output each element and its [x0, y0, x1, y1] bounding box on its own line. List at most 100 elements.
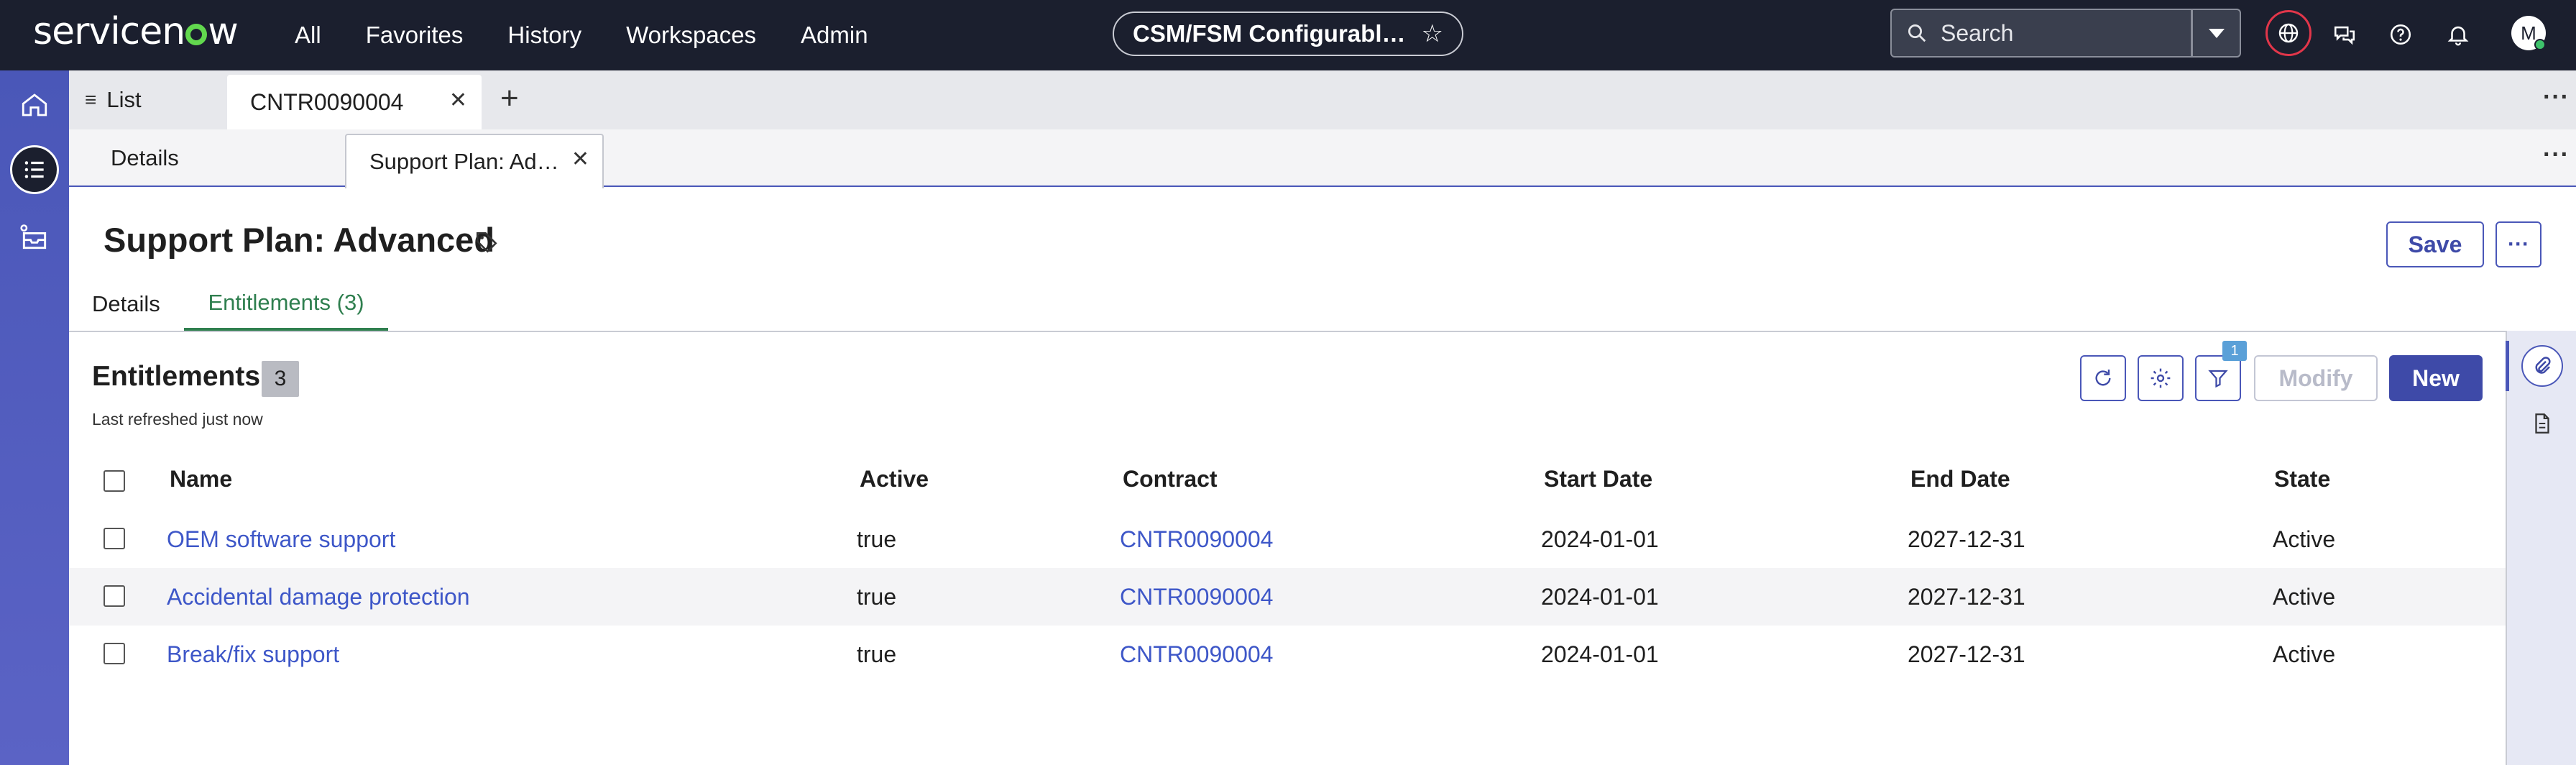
table-row [69, 626, 2506, 683]
contract-link[interactable]: CNTR0090004 [1120, 641, 1273, 668]
bell-icon [2447, 26, 2469, 46]
cell-start-date: 2024-01-01 [1541, 584, 1659, 610]
form-tab-details[interactable]: Details [92, 278, 160, 331]
column-header-contract[interactable]: Contract [1123, 466, 1218, 493]
rail-list[interactable] [10, 145, 59, 194]
save-button[interactable]: Save [2386, 221, 2484, 267]
subtab-details[interactable]: Details [111, 129, 179, 187]
sidebar-active-indicator [2506, 341, 2509, 391]
entitlement-name-link[interactable]: OEM software support [167, 526, 395, 553]
cell-end-date: 2027-12-31 [1908, 584, 2025, 610]
help-icon [2390, 24, 2411, 45]
app-scope-label: CSM/FSM Configurabl… [1133, 20, 1406, 47]
globe-icon [2278, 23, 2299, 43]
presence-indicator [2534, 39, 2546, 50]
column-header-start-date[interactable]: Start Date [1544, 466, 1652, 493]
nav-history[interactable]: History [507, 22, 581, 49]
rail-home[interactable] [10, 81, 59, 129]
globe-button[interactable] [2266, 10, 2312, 56]
gear-icon [2150, 368, 2171, 388]
help-button[interactable] [2385, 19, 2416, 50]
count-badge: 3 [262, 361, 299, 397]
chat-button[interactable] [2329, 19, 2360, 50]
modify-button[interactable]: Modify [2254, 355, 2378, 401]
document-icon [2535, 413, 2549, 434]
cell-start-date: 2024-01-01 [1541, 526, 1659, 552]
column-header-active[interactable]: Active [860, 466, 929, 493]
refresh-icon [2095, 370, 2111, 386]
tab-list-label: List [106, 87, 142, 112]
new-button[interactable]: New [2389, 355, 2483, 401]
entitlement-name-link[interactable]: Accidental damage protection [167, 584, 470, 610]
cell-active: true [857, 584, 897, 610]
chevron-down-icon [2208, 28, 2225, 38]
tab-record-cntr[interactable]: CNTR0090004 ✕ [227, 75, 482, 129]
inbox-icon [20, 224, 47, 249]
close-icon[interactable]: ✕ [571, 147, 589, 172]
row-checkbox[interactable] [104, 528, 125, 549]
nav-admin[interactable]: Admin [801, 22, 868, 49]
tag-icon[interactable] [474, 230, 499, 258]
cell-end-date: 2027-12-31 [1908, 641, 2025, 667]
document-button[interactable] [2530, 411, 2554, 439]
notifications-button[interactable] [2442, 19, 2474, 50]
tab-list[interactable]: ≡ List [85, 70, 142, 129]
filter-count-badge: 1 [2222, 341, 2247, 361]
cell-state: Active [2273, 584, 2336, 610]
add-tab-button[interactable]: + [500, 81, 519, 116]
right-sidebar [2506, 331, 2576, 765]
cell-active: true [857, 526, 897, 552]
filter-button[interactable] [2195, 355, 2241, 401]
menu-icon: ≡ [85, 88, 97, 111]
secondary-tabs-more-button[interactable]: ··· [2543, 141, 2570, 169]
tab-record-label: CNTR0090004 [250, 88, 404, 115]
row-checkbox[interactable] [104, 585, 125, 607]
search-scope-dropdown[interactable] [2192, 9, 2241, 58]
list-title: Entitlements [92, 361, 261, 392]
cell-active: true [857, 641, 897, 667]
column-header-name[interactable]: Name [170, 466, 232, 493]
cell-end-date: 2027-12-31 [1908, 526, 2025, 552]
refresh-status: Last refreshed just now [92, 410, 263, 429]
search-placeholder: Search [1941, 19, 2014, 46]
top-header: servicen w All Favorites History Workspac… [0, 0, 2576, 70]
column-header-state[interactable]: State [2274, 466, 2330, 493]
close-icon[interactable]: ✕ [449, 88, 467, 113]
table-row [69, 510, 2506, 568]
subtab-support-plan-label: Support Plan: Ad… [369, 149, 559, 174]
column-header-end-date[interactable]: End Date [1910, 466, 2010, 493]
left-rail [0, 70, 69, 765]
list-icon [24, 161, 44, 178]
refresh-button[interactable] [2080, 355, 2126, 401]
entitlement-name-link[interactable]: Break/fix support [167, 641, 339, 668]
search-icon [1908, 24, 1926, 42]
cell-state: Active [2273, 641, 2336, 667]
primary-tabs-more-button[interactable]: ··· [2543, 83, 2570, 111]
servicenow-logo[interactable]: servicen w [33, 10, 239, 53]
contract-link[interactable]: CNTR0090004 [1120, 584, 1273, 610]
home-icon [22, 93, 47, 116]
subtab-support-plan[interactable]: Support Plan: Ad… ✕ [345, 134, 604, 188]
select-all-checkbox[interactable] [104, 470, 125, 492]
row-checkbox[interactable] [104, 643, 125, 664]
list-settings-button[interactable] [2138, 355, 2184, 401]
paperclip-icon [2535, 357, 2551, 374]
divider [69, 331, 2506, 332]
record-title: Support Plan: Advanced [104, 221, 495, 259]
chat-icon [2334, 26, 2355, 45]
contract-link[interactable]: CNTR0090004 [1120, 526, 1273, 553]
app-scope-pill[interactable]: CSM/FSM Configurabl… ☆ [1113, 12, 1463, 56]
rail-inbox[interactable] [10, 213, 59, 262]
attachments-button[interactable] [2521, 345, 2563, 387]
form-tab-entitlements[interactable]: Entitlements (3) [184, 278, 388, 331]
nav-favorites[interactable]: Favorites [366, 22, 464, 49]
nav-workspaces[interactable]: Workspaces [626, 22, 756, 49]
filter-icon [2208, 370, 2228, 388]
star-icon[interactable]: ☆ [1421, 19, 1443, 48]
primary-tab-strip: ≡ List CNTR0090004 ✕ + ··· [69, 70, 2576, 129]
nav-all[interactable]: All [295, 22, 321, 49]
cell-start-date: 2024-01-01 [1541, 641, 1659, 667]
global-search-input[interactable]: Search [1890, 9, 2192, 58]
record-more-button[interactable]: ··· [2496, 221, 2542, 267]
secondary-tab-strip: Details Support Plan: Ad… ✕ ··· [69, 129, 2576, 188]
